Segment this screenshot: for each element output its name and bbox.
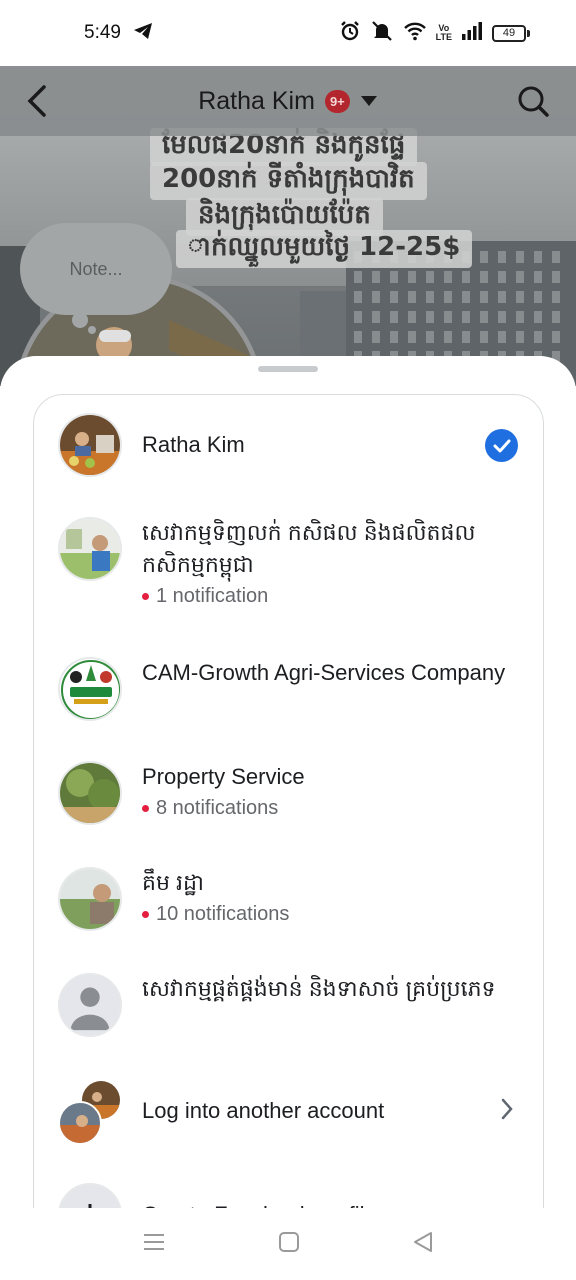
log-into-another-account[interactable]: Log into another account (58, 1079, 522, 1145)
home-icon[interactable] (278, 1231, 300, 1257)
system-nav-bar (0, 1208, 576, 1280)
account-row[interactable]: Property Service 8 notifications (58, 761, 522, 825)
default-avatar-icon (58, 973, 122, 1037)
wifi-icon (403, 21, 427, 45)
signal-icon (461, 22, 483, 44)
notification-dot (142, 805, 149, 812)
cover-text-line: 200នាក់ ទីតាំងក្រុងបាវិត (150, 162, 427, 200)
chevron-right-icon (500, 1097, 514, 1125)
account-row[interactable]: សេវាកម្មទិញលក់ កសិផល និងផលិតផលកសិកម្មកម្… (58, 517, 522, 608)
account-avatar (58, 761, 122, 825)
sheet-handle[interactable] (258, 366, 318, 372)
silent-icon (370, 20, 394, 46)
account-row[interactable]: សេវាកម្មផ្គត់ផ្គង់មាន់ និងទាសាច់ គ្រប់ប្… (58, 973, 522, 1037)
account-row[interactable]: គឹម រដ្ឋា 10 notifications (58, 867, 522, 931)
account-name: Ratha Kim (142, 432, 245, 457)
account-row[interactable]: CAM-Growth Agri-Services Company (58, 657, 522, 721)
notification-badge: 9+ (324, 89, 350, 113)
account-row[interactable]: Ratha Kim (58, 413, 522, 477)
chevron-down-icon (360, 92, 378, 111)
notification-count: 8 notifications (142, 797, 305, 820)
notification-count: 1 notification (142, 585, 522, 608)
accounts-card: Ratha Kim សេវាកម្មទិញលក់ កសិផល និងផលិតផល… (33, 394, 544, 1212)
log-into-another-account-label: Log into another account (142, 1098, 385, 1123)
account-name: Property Service (142, 764, 305, 789)
stacked-avatars (58, 1079, 122, 1145)
status-bar: 5:49 Vo LTE 49 (0, 0, 576, 66)
cover-text-line: ាក់ឈ្នួលមួយថ្ងៃ 12-25$ (176, 230, 473, 268)
telegram-icon (133, 22, 153, 44)
notification-dot (142, 593, 149, 600)
search-icon[interactable] (516, 84, 550, 122)
status-time: 5:49 (84, 22, 121, 43)
account-avatar (58, 657, 122, 721)
account-name: CAM-Growth Agri-Services Company (142, 660, 506, 685)
back-icon[interactable] (412, 1231, 434, 1257)
note-bubble[interactable]: Note... (20, 223, 172, 315)
notification-dot (142, 911, 149, 918)
alarm-icon (339, 20, 361, 46)
account-name: គឹម រដ្ឋា (142, 870, 204, 895)
volte-icon: Vo LTE (436, 24, 452, 42)
profile-switcher[interactable]: Ratha Kim 9+ (198, 87, 378, 116)
account-name: សេវាកម្មទិញលក់ កសិផល និងផលិតផលកសិកម្មកម្… (142, 520, 476, 577)
profile-name: Ratha Kim (198, 86, 315, 115)
account-switcher-sheet: Ratha Kim សេវាកម្មទិញលក់ កសិផល និងផលិតផល… (0, 356, 576, 1212)
back-arrow-icon[interactable] (24, 84, 52, 122)
account-avatar (58, 413, 122, 477)
selected-check-icon (485, 429, 518, 462)
battery-icon: 49 (492, 24, 530, 42)
battery-level: 49 (492, 24, 526, 42)
notification-text: 8 notifications (156, 797, 279, 819)
notification-text: 1 notification (156, 585, 269, 607)
profile-header: Ratha Kim 9+ (0, 66, 576, 136)
volte-bottom: LTE (435, 32, 452, 42)
notification-count: 10 notifications (142, 903, 289, 926)
notification-text: 10 notifications (156, 903, 290, 925)
account-name: សេវាកម្មផ្គត់ផ្គង់មាន់ និងទាសាច់ គ្រប់ប្… (142, 976, 496, 1001)
account-avatar (58, 867, 122, 931)
account-avatar (58, 517, 122, 581)
menu-icon[interactable] (142, 1232, 166, 1256)
